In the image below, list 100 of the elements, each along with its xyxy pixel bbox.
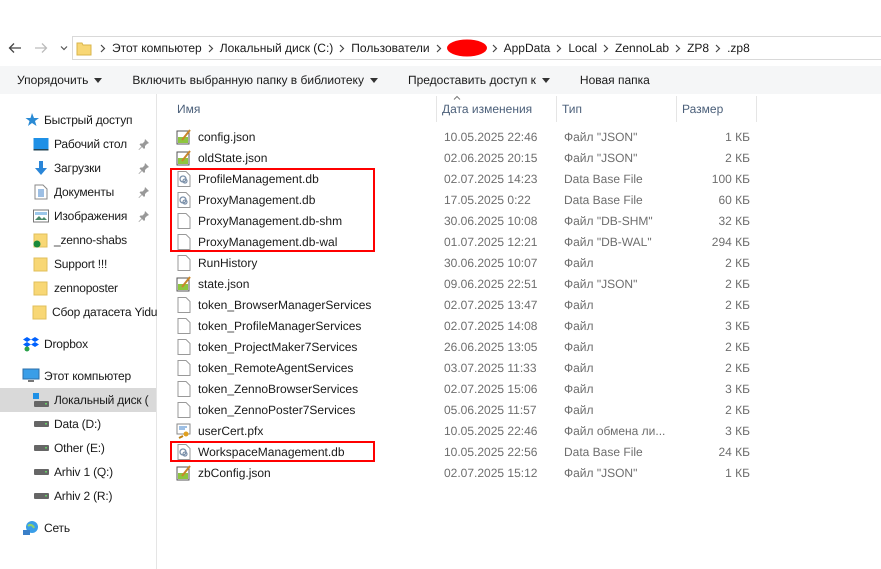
sidebar-item[interactable]: Сеть [0,516,156,540]
toolbar-button[interactable]: Включить выбранную папку в библиотеку [121,66,389,94]
file-icon [176,360,192,376]
column-header[interactable]: Размер [677,96,757,122]
chevron-icon [715,44,722,52]
file-name[interactable]: state.json [198,276,250,290]
notepad-file-icon [176,464,192,480]
file-name[interactable]: ProxyManagement.db-wal [198,234,338,248]
toolbar-button[interactable]: Упорядочить [6,66,114,94]
file-name[interactable]: token_ZennoPoster7Services [198,402,356,416]
file-name[interactable]: ProxyManagement.db-shm [198,214,342,228]
recent-caret-icon[interactable] [60,45,68,51]
file-name[interactable]: oldState.json [198,150,268,164]
file-icon [176,318,192,334]
date-cell-text: 30.06.2025 10:07 [443,256,538,270]
file-name[interactable]: token_ProjectMaker7Services [198,340,358,354]
size-cell-text: 60 КБ [717,192,750,206]
file-name[interactable]: config.json [198,130,256,144]
sidebar-item[interactable]: Data (D:) [0,412,156,436]
column-header[interactable]: Имя [157,96,437,122]
pin-icon[interactable] [138,138,150,150]
sidebar-item[interactable]: Быстрый доступ [0,108,156,132]
toolbar-button[interactable]: Предоставить доступ к [396,66,561,94]
file-name[interactable]: token_RemoteAgentServices [198,360,354,374]
breadcrumb-segment[interactable]: ZennoLab [615,41,670,55]
size-cell-text: 2 КБ [724,402,750,416]
date-cell-text: 26.06.2025 13:05 [443,340,538,354]
breadcrumb-segment[interactable]: Local [568,41,598,55]
breadcrumb-segment[interactable]: ZP8 [687,41,710,55]
certificate-icon [176,422,192,438]
sidebar-item[interactable]: Этот компьютер [0,364,156,388]
chevron-icon [675,44,682,52]
notepad-file-icon [176,150,192,166]
sidebar-item[interactable]: Сбор датасета Yidu [0,300,156,324]
sidebar-item[interactable]: Локальный диск ( [0,388,156,412]
sidebar-item[interactable]: Документы [0,180,156,204]
pin-icon[interactable] [138,210,150,222]
date-cell-text: 01.07.2025 12:21 [443,234,538,248]
picture-icon [32,209,50,223]
settings-file-icon [176,170,192,186]
sidebar-item[interactable]: Рабочий стол [0,132,156,156]
toolbar-button[interactable]: Новая папка [568,66,661,94]
breadcrumb-segment[interactable]: Этот компьютер [112,41,202,55]
size-cell-text: 1 КБ [724,466,750,480]
file-icon [176,296,192,312]
column-header[interactable]: Дата изменения [437,96,557,122]
type-cell-text: Файл "JSON" [563,150,638,164]
file-name[interactable]: ProxyManagement.db [198,192,316,206]
size-cell-text: 3 КБ [724,424,750,438]
sidebar-item[interactable]: Arhiv 1 (Q:) [0,460,156,484]
breadcrumb-segment[interactable]: Пользователи [351,41,430,55]
sidebar-item[interactable]: _zenno-shabs [0,228,156,252]
back-icon[interactable] [8,42,22,54]
file-icon [176,402,192,418]
chevron-icon [208,44,214,52]
file-name[interactable]: RunHistory [198,256,258,270]
size-cell-text: 294 КБ [710,234,750,248]
size-cell-text: 2 КБ [724,298,750,312]
type-cell-text: Файл [563,382,595,396]
drive-icon [32,493,50,499]
sidebar-item[interactable]: Support !!! [0,252,156,276]
file-name[interactable]: token_ProfileManagerServices [198,318,362,332]
chevron-icon [556,44,562,52]
globe-icon [22,520,40,536]
date-cell-text: 10.05.2025 22:46 [443,424,538,438]
type-cell-text: Файл [563,360,595,374]
sidebar-item[interactable]: Dropbox [0,332,156,356]
file-name[interactable]: token_ZennoBrowserServices [198,382,358,396]
chevron-icon [100,44,106,52]
settings-file-icon [176,192,192,208]
type-cell-text: Файл обмена ли... [563,424,666,438]
type-cell-text: Файл [563,340,595,354]
file-name[interactable]: token_BrowserManagerServices [198,298,372,312]
column-header[interactable]: Тип [557,96,677,122]
file-name[interactable]: zbConfig.json [198,466,271,480]
type-cell-text: Файл [563,402,595,416]
computer-icon [22,368,40,384]
address-bar[interactable]: Этот компьютер Локальный диск (C:) Пользователи AppData Local ZennoLab ZP8 .zp8 [72,36,881,60]
file-name[interactable]: ProfileManagement.db [198,172,319,186]
breadcrumb-segment[interactable]: .zp8 [727,41,750,55]
pin-icon[interactable] [138,162,150,174]
breadcrumb-segment[interactable]: Локальный диск (C:) [220,41,334,55]
sidebar-item[interactable]: Изображения [0,204,156,228]
file-icon [176,212,192,228]
drive-icon [32,445,50,451]
settings-file-icon [176,444,192,460]
forward-icon[interactable] [34,42,48,54]
size-cell-text: 2 КБ [724,360,750,374]
caret-icon [542,78,550,82]
sidebar-item[interactable]: Arhiv 2 (R:) [0,484,156,508]
file-name[interactable]: WorkspaceManagement.db [198,444,345,458]
type-cell-text: Data Base File [563,444,644,458]
sidebar-item[interactable]: Загрузки [0,156,156,180]
breadcrumb-segment[interactable]: AppData [504,41,550,55]
sidebar-item[interactable]: Other (E:) [0,436,156,460]
pin-icon[interactable] [138,186,150,198]
file-name[interactable]: userCert.pfx [198,424,264,438]
date-cell-text: 02.07.2025 14:08 [443,318,538,332]
folder-icon [32,256,50,272]
sidebar-item[interactable]: zennoposter [0,276,156,300]
